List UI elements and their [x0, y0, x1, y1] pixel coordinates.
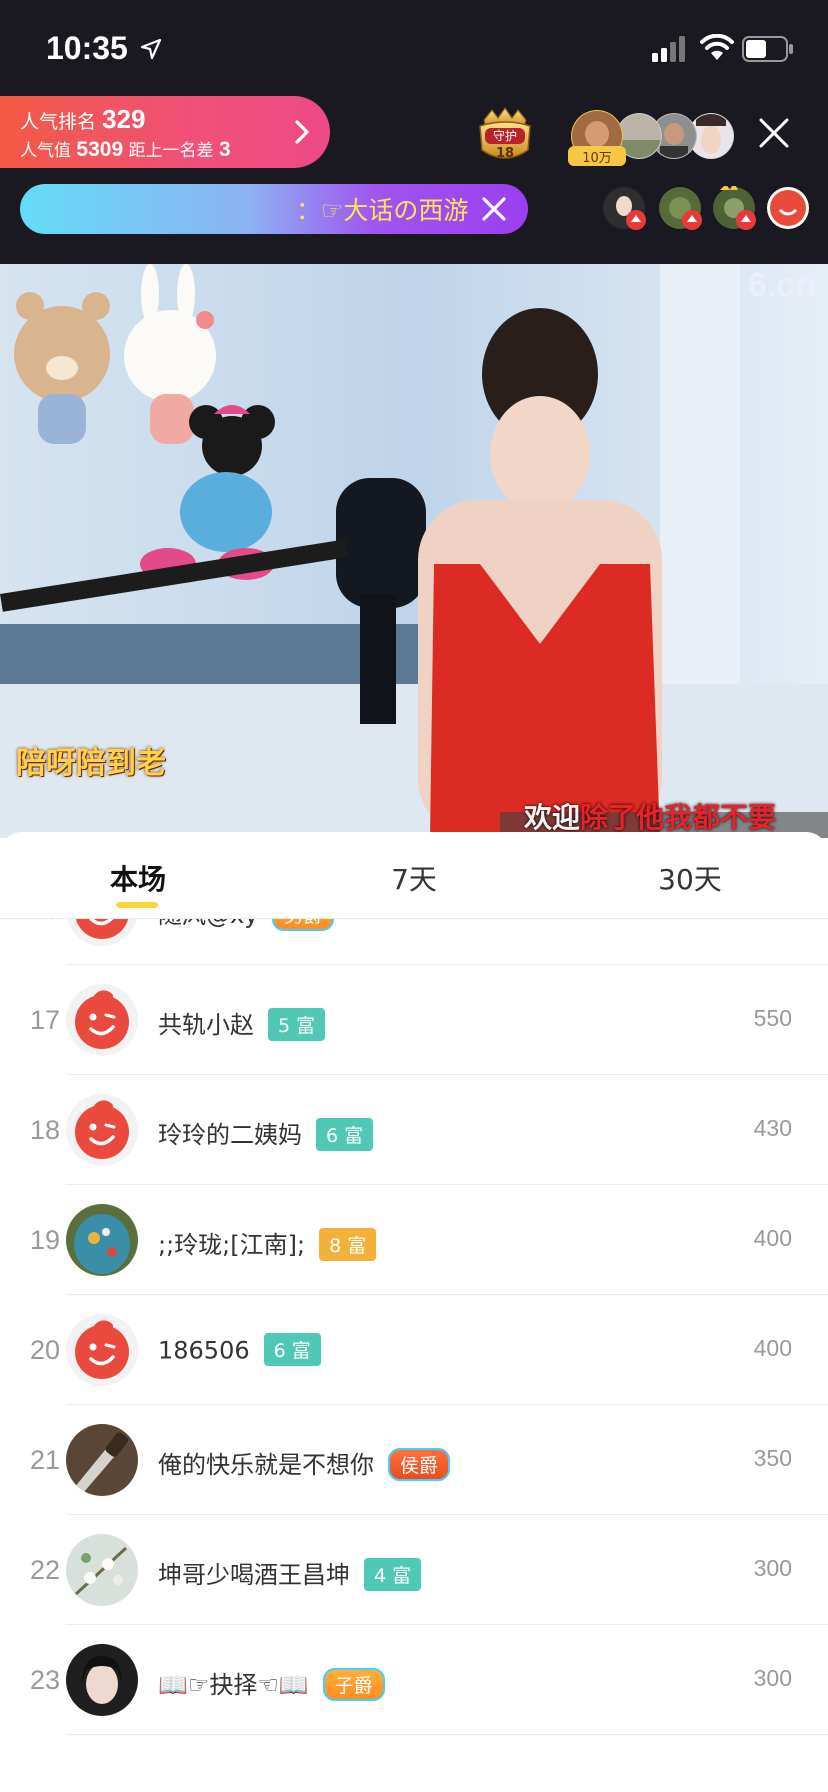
- ranking-row[interactable]: 19 ;;玲珑;[江南]; 8 富 400: [0, 1185, 828, 1295]
- contribution-score: 600: [754, 919, 792, 922]
- rank-number: 19: [29, 1225, 61, 1255]
- ranking-row[interactable]: 18 玲玲的二姨妈 6 富 430: [0, 1075, 828, 1185]
- user-avatar[interactable]: [66, 1094, 138, 1166]
- ranking-row[interactable]: 21 俺的快乐就是不想你 侯爵 350: [0, 1405, 828, 1515]
- contribution-score: 300: [753, 1555, 792, 1581]
- contribution-score: 400: [753, 1335, 792, 1361]
- tab-7-days[interactable]: 7天: [334, 858, 494, 898]
- rank-number: 17: [29, 1005, 61, 1035]
- chevron-right-icon: [295, 120, 309, 144]
- user-avatar[interactable]: [66, 919, 138, 946]
- user-name: 随风@xy男爵: [158, 919, 335, 933]
- ranking-row[interactable]: 16 随风@xy男爵 600: [0, 919, 828, 965]
- rank-number: 23: [29, 1665, 61, 1695]
- active-tab-indicator: [116, 902, 158, 908]
- user-avatar[interactable]: [66, 1534, 138, 1606]
- rank-number: 21: [29, 1445, 61, 1475]
- viewer-avatar: [603, 187, 646, 230]
- popularity-rank-pill[interactable]: 人气排名 329 人气值 5309 距上一名差 3: [0, 96, 330, 168]
- user-name: 玲玲的二姨妈 6 富: [158, 1115, 374, 1153]
- status-time: 10:35: [46, 30, 128, 66]
- user-avatar[interactable]: [66, 984, 138, 1056]
- contribution-score: 430: [753, 1115, 792, 1141]
- user-avatar[interactable]: [66, 1204, 138, 1276]
- ranking-row[interactable]: 23 📖☞抉择☜📖 子爵 300: [0, 1625, 828, 1735]
- contribution-score: 550: [753, 1005, 792, 1031]
- wifi-icon: [700, 34, 734, 60]
- top-fans-avatars[interactable]: 10万: [568, 110, 738, 168]
- cellular-signal-icon: [652, 36, 685, 62]
- contribution-score: 400: [753, 1225, 792, 1251]
- user-name: ;;玲珑;[江南]; 8 富: [158, 1225, 377, 1263]
- marquee-text: ：☞大话の西游: [296, 196, 469, 225]
- tab-30-days[interactable]: 30天: [610, 858, 770, 898]
- contribution-score: 300: [753, 1665, 792, 1691]
- rank-number: 18: [29, 1115, 61, 1145]
- battery-icon: [742, 36, 793, 62]
- rank-number: 22: [29, 1555, 61, 1585]
- viewer-avatar: [713, 182, 756, 230]
- welcome-ticker: 欢迎除了他我都不要: [524, 801, 777, 834]
- announcement-marquee[interactable]: ：☞大话の西游: [20, 184, 528, 234]
- user-name: 共轨小赵 5 富: [158, 1005, 326, 1043]
- level-badge: 4 富: [364, 1557, 422, 1591]
- level-badge: 6 富: [263, 1333, 321, 1366]
- ranking-list[interactable]: 16 随风@xy男爵 600 17 共轨小赵5 富 550 18 玲玲的二姨妈6 富 430 19…: [0, 919, 828, 1792]
- platform-watermark: 6.cn: [747, 266, 816, 304]
- level-badge: 侯爵: [388, 1447, 451, 1481]
- user-name: 📖☞抉择☜📖 子爵: [158, 1665, 385, 1703]
- level-badge: 5 富: [268, 1007, 326, 1041]
- guard-title: 守护: [492, 129, 517, 143]
- ranking-row[interactable]: 22 坤哥少喝酒王昌坤 4 富 300: [0, 1515, 828, 1625]
- user-name: 186506 6 富: [158, 1333, 321, 1368]
- popularity-value: 人气值 5309 距上一名差 3: [20, 138, 231, 161]
- ranking-row[interactable]: 20 186506 6 富 400: [0, 1295, 828, 1405]
- guard-badge[interactable]: 守护 18: [474, 106, 536, 166]
- viewer-avatars[interactable]: [602, 182, 812, 234]
- level-badge: 8 富: [319, 1227, 377, 1261]
- rank-number: 16: [22, 919, 68, 926]
- user-avatar[interactable]: [66, 1314, 138, 1386]
- rank-number: 20: [29, 1335, 61, 1365]
- user-name: 坤哥少喝酒王昌坤 4 富: [158, 1555, 422, 1593]
- close-room-icon[interactable]: [756, 115, 792, 151]
- user-avatar[interactable]: [66, 1644, 138, 1716]
- lyric-caption: 陪呀陪到老: [16, 746, 166, 781]
- viewer-avatar: [767, 187, 809, 229]
- contribution-score: 350: [753, 1445, 792, 1471]
- level-badge: 6 富: [316, 1117, 374, 1151]
- location-arrow-icon: [140, 38, 162, 60]
- fans-count-label: 10万: [582, 151, 612, 166]
- level-badge: 男爵: [272, 919, 335, 931]
- guard-count: 18: [495, 146, 515, 161]
- user-avatar[interactable]: [66, 1424, 138, 1496]
- popularity-rank: 人气排名 329: [20, 104, 146, 134]
- level-badge: 子爵: [322, 1667, 385, 1701]
- ranking-row[interactable]: 17 共轨小赵 5 富 550: [0, 965, 828, 1075]
- viewer-avatar: [659, 187, 702, 230]
- marquee-close-icon[interactable]: [478, 193, 510, 225]
- user-name: 俺的快乐就是不想你 侯爵: [158, 1445, 451, 1483]
- tab-this-session[interactable]: 本场: [58, 858, 218, 898]
- row-divider: [66, 1734, 828, 1735]
